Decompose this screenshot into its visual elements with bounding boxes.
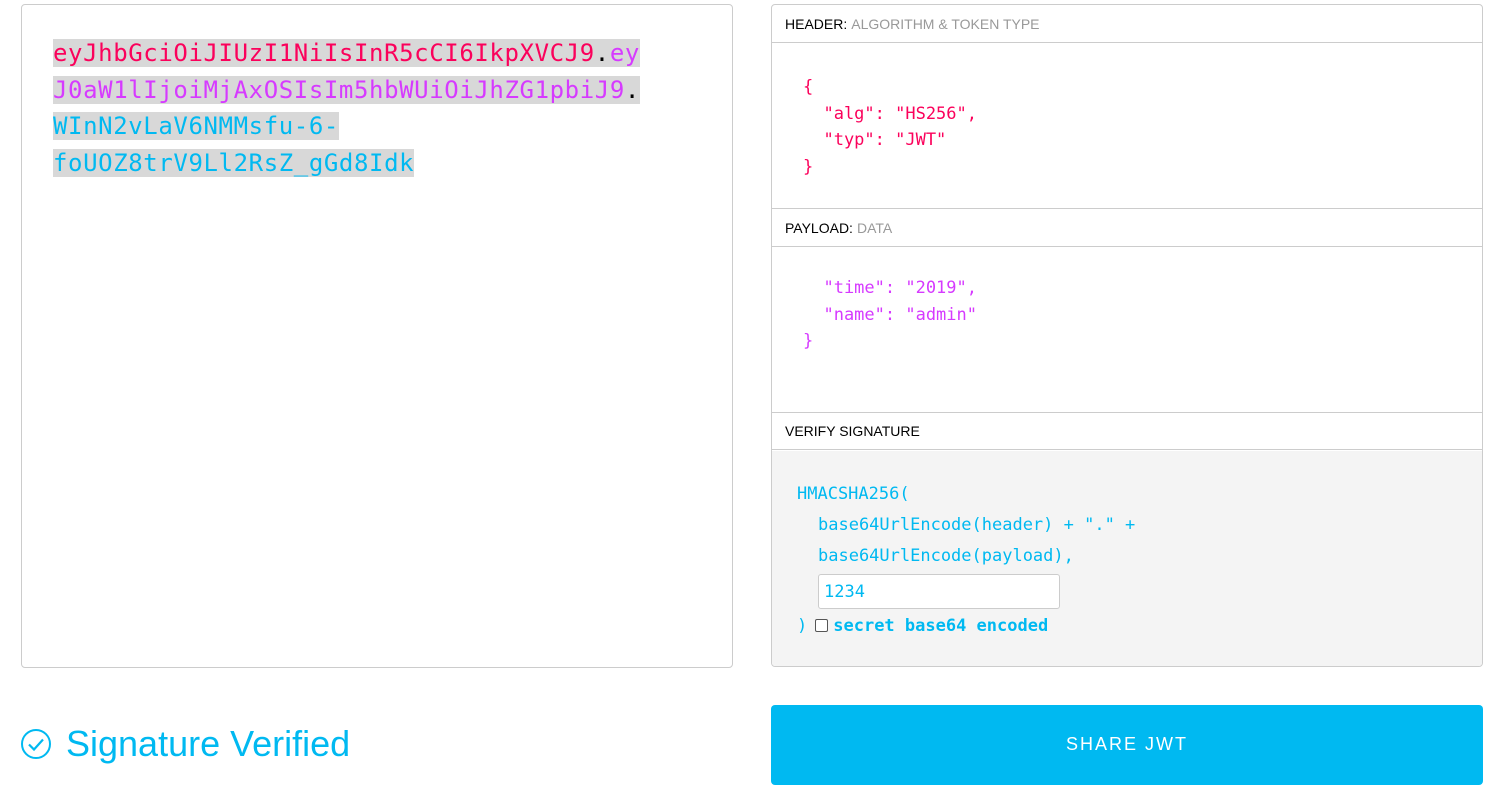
- checkbox-label[interactable]: secret base64 encoded: [833, 616, 1048, 636]
- sig-line: base64UrlEncode(header) + "." +: [818, 515, 1136, 535]
- token-line: foUOZ8trV9Ll2RsZ_gGd8Idk: [53, 148, 415, 177]
- code-line: }: [803, 331, 814, 351]
- payload-sublabel: DATA: [856, 220, 893, 236]
- header-section: HEADER: ALGORITHM & TOKEN TYPE { "alg": "…: [772, 5, 1482, 209]
- signature-box: HMACSHA256( base64UrlEncode(header) + ".…: [772, 451, 1482, 666]
- hmac-fn: HMACSHA256(: [797, 484, 910, 504]
- token-segment: .: [594, 39, 610, 67]
- verify-label: VERIFY SIGNATURE: [772, 412, 1482, 450]
- payload-section: PAYLOAD: DATA "time": "2019", "name": "ad…: [772, 209, 1482, 413]
- sig-line: base64UrlEncode(payload),: [818, 546, 1074, 566]
- payload-json-editor[interactable]: "time": "2019", "name": "admin"}: [772, 247, 1482, 413]
- signature-status: Signature Verified: [20, 723, 350, 765]
- encoded-token-panel[interactable]: eyJhbGciOiJIUzI1NiIsInR5cCI6IkpXVCJ9.ey J…: [21, 4, 733, 668]
- header-json-editor[interactable]: { "alg": "HS256", "typ": "JWT"}: [772, 43, 1482, 209]
- secret-input[interactable]: [818, 574, 1060, 609]
- code-line: "name": "admin": [803, 304, 977, 325]
- token-line: J0aW1lIjoiMjAxOSIsIm5hbWUiOiJhZG1pbiJ9.: [53, 75, 640, 104]
- token-line: eyJhbGciOiJIUzI1NiIsInR5cCI6IkpXVCJ9.ey: [53, 39, 640, 67]
- base64-checkbox[interactable]: [815, 619, 829, 632]
- status-text: Signature Verified: [66, 723, 351, 764]
- token-segment: WInN2vLaV6NMMsfu-6-: [53, 112, 339, 140]
- code-line: "typ": "JWT": [803, 130, 947, 150]
- share-jwt-button[interactable]: SHARE JWT: [771, 705, 1483, 785]
- check-circle-icon: [21, 729, 51, 759]
- payload-label: PAYLOAD:: [785, 220, 853, 236]
- token-segment: eyJhbGciOiJIUzI1NiIsInR5cCI6IkpXVCJ9: [53, 39, 595, 67]
- token-segment: ey: [609, 39, 640, 67]
- code-line: "alg": "HS256",: [803, 103, 977, 124]
- token-segment: J0aW1lIjoiMjAxOSIsIm5hbWUiOiJhZG1pbiJ9: [53, 75, 625, 104]
- token-segment: foUOZ8trV9Ll2RsZ_gGd8Idk: [53, 148, 415, 177]
- close-paren: ): [797, 616, 808, 636]
- header-sublabel: ALGORITHM & TOKEN TYPE: [851, 16, 1040, 32]
- decoded-panel: HEADER: ALGORITHM & TOKEN TYPE { "alg": "…: [771, 4, 1483, 667]
- code-line: {: [803, 77, 814, 97]
- encoded-token-text[interactable]: eyJhbGciOiJIUzI1NiIsInR5cCI6IkpXVCJ9.ey J…: [53, 35, 640, 181]
- verify-section: VERIFY SIGNATURE: [772, 412, 1482, 450]
- code-line: "time": "2019",: [803, 278, 977, 298]
- token-segment: .: [624, 75, 640, 104]
- token-line: WInN2vLaV6NMMsfu-6-: [53, 112, 339, 140]
- header-label: HEADER:: [785, 16, 848, 32]
- code-line: }: [803, 156, 814, 177]
